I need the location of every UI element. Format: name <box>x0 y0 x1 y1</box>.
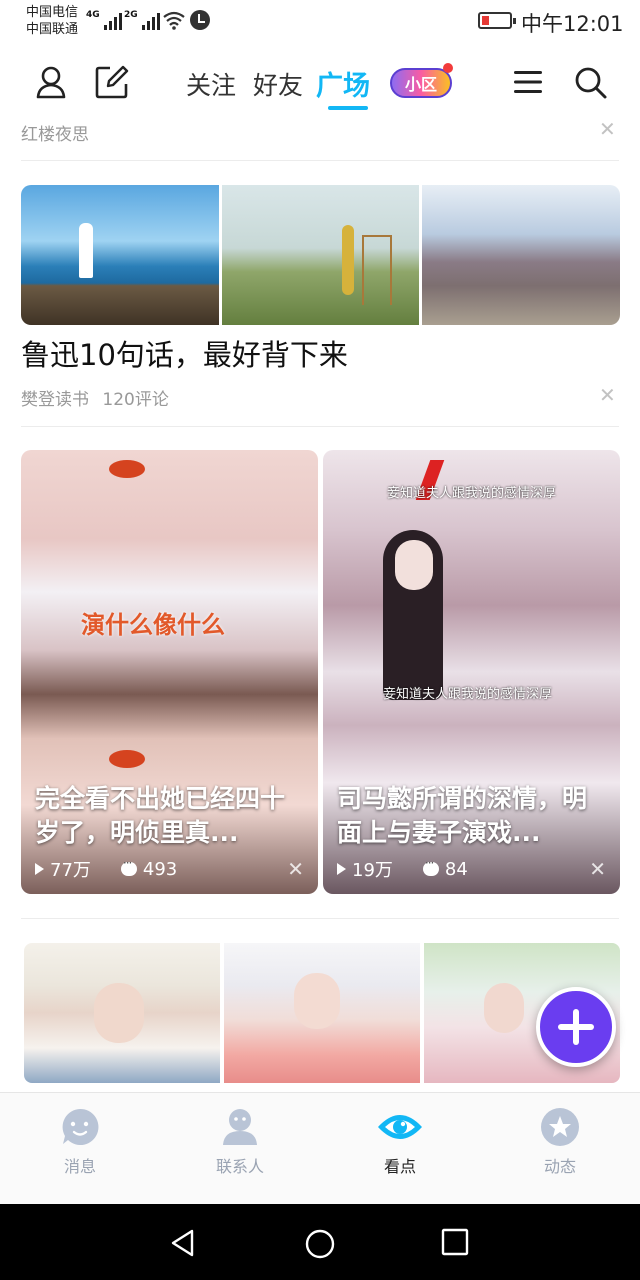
video-card-2[interactable]: 妾知道夫人跟我说的感情深厚 妾知道夫人跟我说的感情深厚 司马懿所谓的深情，明面上… <box>323 450 620 894</box>
bottom-tab-kandian[interactable]: 看点 <box>350 1107 450 1177</box>
video-stats: 77万 493 ✕ <box>35 856 304 882</box>
search-icon[interactable] <box>572 64 608 100</box>
menu-icon[interactable] <box>510 64 546 100</box>
article-meta: 樊登读书 120评论 <box>21 385 169 410</box>
comment-count: 84 <box>444 858 468 880</box>
message-icon <box>62 1108 99 1145</box>
play-count-icon <box>35 863 44 875</box>
active-tab-indicator <box>328 106 368 110</box>
battery-icon <box>478 12 516 29</box>
article-image-1 <box>24 943 220 1083</box>
bottom-tab-label: 动态 <box>543 1157 576 1176</box>
play-count: 19万 <box>352 860 393 881</box>
article-source[interactable]: 樊登读书 <box>21 390 89 410</box>
decor <box>109 750 145 768</box>
dismiss-icon[interactable]: ✕ <box>287 857 304 881</box>
carrier-2: 中国联通 <box>26 22 79 37</box>
contacts-icon <box>223 1109 257 1145</box>
video-stats: 19万 84 ✕ <box>337 856 606 882</box>
decor <box>395 540 433 590</box>
carrier-1: 中国电信 <box>26 5 79 20</box>
star-icon <box>541 1108 579 1146</box>
bottom-tab-messages[interactable]: 消息 <box>30 1107 130 1177</box>
recents-icon[interactable] <box>441 1228 469 1256</box>
screen: 中国电信 中国联通 4G 2G 中午12:01 关注 好友 广场 小区 红楼夜思… <box>0 0 640 1280</box>
wifi-icon <box>163 11 185 30</box>
signal-icon-2: 2G <box>124 10 160 30</box>
network-type-1: 4G <box>86 10 100 20</box>
divider <box>21 918 619 919</box>
divider <box>21 426 619 427</box>
play-count-icon <box>337 863 346 875</box>
carrier-info: 中国电信 中国联通 <box>26 4 78 38</box>
article-image-mountains <box>422 185 620 325</box>
article-image-2 <box>224 943 420 1083</box>
dismiss-icon[interactable]: ✕ <box>599 119 616 139</box>
community-badge[interactable]: 小区 <box>390 68 452 98</box>
alarm-icon <box>190 10 210 30</box>
bottom-tab-label: 消息 <box>63 1157 96 1176</box>
back-icon[interactable] <box>168 1228 198 1258</box>
article-images[interactable] <box>21 185 620 325</box>
comment-icon <box>422 856 439 876</box>
eye-icon <box>378 1115 422 1139</box>
profile-icon[interactable] <box>33 64 69 100</box>
video-subtitle-overlay: 妾知道夫人跟我说的感情深厚 <box>383 687 553 702</box>
video-subtitle-overlay: 妾知道夫人跟我说的感情深厚 <box>387 486 557 501</box>
comment-count: 493 <box>142 858 178 880</box>
video-title: 完全看不出她已经四十岁了，明侦里真... <box>35 784 286 847</box>
clock: 中午12:01 <box>521 12 624 36</box>
add-post-button[interactable] <box>536 987 616 1067</box>
bottom-tab-label: 联系人 <box>215 1157 264 1176</box>
top-nav: 关注 好友 广场 小区 <box>0 56 640 112</box>
article-image-field <box>221 185 420 325</box>
video-overlay-text: 演什么像什么 <box>81 611 225 639</box>
article-comments[interactable]: 120评论 <box>102 390 168 410</box>
video-card-1[interactable]: 演什么像什么 完全看不出她已经四十岁了，明侦里真... 77万 493 ✕ <box>21 450 318 894</box>
network-type-2: 2G <box>124 10 138 20</box>
bottom-tab-label: 看点 <box>383 1157 416 1176</box>
bottom-tab-feeds[interactable]: 动态 <box>510 1107 610 1177</box>
tab-follow[interactable]: 关注 <box>186 66 236 102</box>
article-title[interactable]: 鲁迅10句话，最好背下来 <box>21 332 348 374</box>
article-image-seaside <box>21 185 219 325</box>
status-bar: 中国电信 中国联通 4G 2G 中午12:01 <box>0 0 640 44</box>
decor <box>109 460 145 478</box>
dismiss-icon[interactable]: ✕ <box>589 857 606 881</box>
article-images[interactable] <box>24 943 620 1083</box>
tab-friends[interactable]: 好友 <box>253 66 303 102</box>
tab-square[interactable]: 广场 <box>316 64 370 103</box>
video-title: 司马懿所谓的深情，明面上与妻子演戏... <box>337 784 588 847</box>
divider <box>21 160 619 161</box>
bottom-tab-bar: 消息 联系人 看点 动态 <box>0 1092 640 1204</box>
comment-icon <box>120 856 137 876</box>
system-nav-bar <box>0 1204 640 1280</box>
signal-icon-1: 4G <box>86 10 122 30</box>
feed-source[interactable]: 红楼夜思 <box>21 120 89 145</box>
home-icon[interactable] <box>304 1228 336 1260</box>
compose-icon[interactable] <box>94 64 130 100</box>
notification-dot <box>443 63 453 73</box>
dismiss-icon[interactable]: ✕ <box>599 385 616 405</box>
play-count: 77万 <box>50 860 91 881</box>
bottom-tab-contacts[interactable]: 联系人 <box>190 1107 290 1177</box>
